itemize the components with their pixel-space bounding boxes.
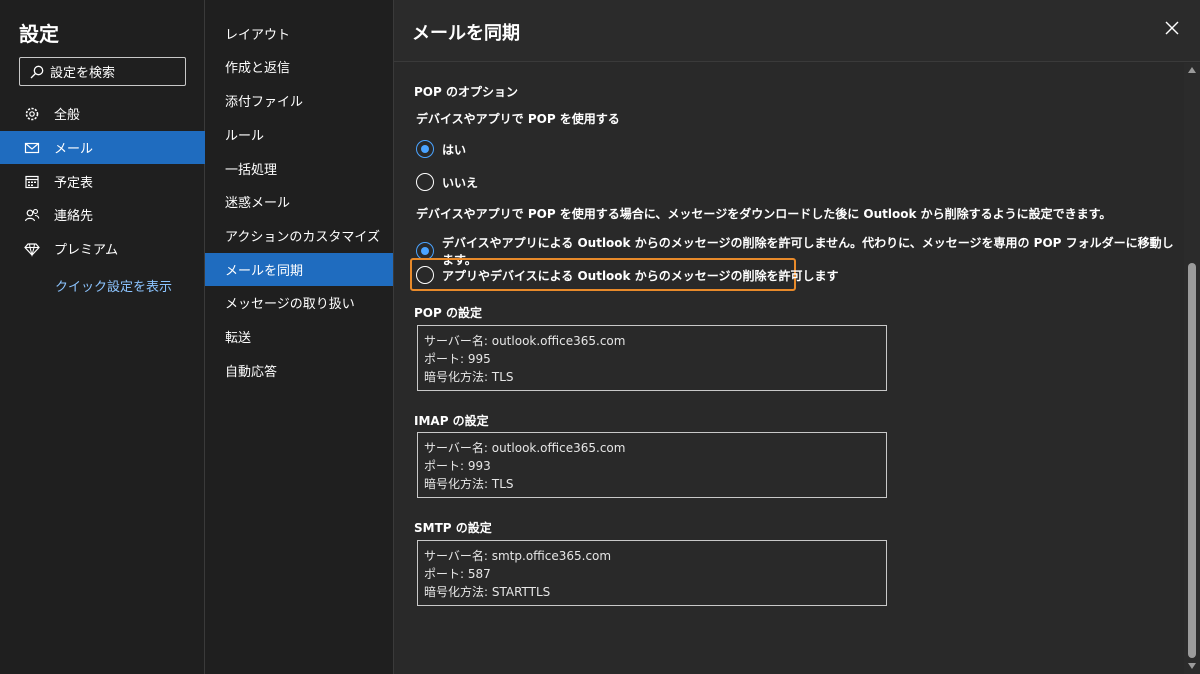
subnav-item-handling[interactable]: メッセージの取り扱い (205, 286, 393, 319)
pop-no-radio[interactable]: いいえ (416, 173, 478, 191)
search-label: 設定を検索 (50, 66, 116, 81)
subnav-item-actions[interactable]: アクションのカスタマイズ (205, 219, 393, 252)
imap-settings-box[interactable]: サーバー名: outlook.office365.com ポート: 993 暗号… (417, 432, 887, 498)
pop-options-heading: POP のオプション (414, 85, 518, 99)
pop-yes-radio[interactable]: はい (416, 140, 466, 158)
pop-server: サーバー名: outlook.office365.com (424, 334, 626, 348)
scroll-thumb[interactable] (1188, 263, 1196, 658)
nav-item-label: メール (54, 142, 94, 157)
imap-port: ポート: 993 (424, 459, 491, 473)
nav-item-label: プレミアム (54, 243, 119, 258)
subnav-item-rules[interactable]: ルール (205, 118, 393, 151)
nav-item-contacts[interactable]: 連絡先 (0, 198, 205, 231)
smtp-port: ポート: 587 (424, 567, 491, 581)
panel-header: メールを同期 (394, 0, 1200, 62)
diamond-icon (24, 241, 40, 257)
nav-item-label: 連絡先 (54, 209, 94, 224)
settings-search-input[interactable]: 設定を検索 (19, 57, 186, 86)
subnav-item-compose[interactable]: 作成と返信 (205, 50, 393, 83)
smtp-server: サーバー名: smtp.office365.com (424, 549, 612, 563)
nav-item-label: 予定表 (54, 176, 94, 191)
smtp-settings-heading: SMTP の設定 (414, 521, 492, 535)
radio-unchecked-icon (416, 266, 434, 284)
subnav-item-forwarding[interactable]: 転送 (205, 320, 393, 353)
imap-server: サーバー名: outlook.office365.com (424, 441, 626, 455)
settings-title: 設定 (19, 22, 59, 46)
smtp-encryption: 暗号化方法: STARTTLS (424, 585, 551, 599)
radio-label: いいえ (442, 175, 479, 190)
subnav-item-sync[interactable]: メールを同期 (205, 253, 393, 286)
pop-question: デバイスやアプリで POP を使用する (416, 112, 620, 126)
close-button[interactable] (1162, 18, 1182, 38)
calendar-icon (24, 174, 40, 190)
imap-encryption: 暗号化方法: TLS (424, 477, 514, 491)
nav-item-label: 全般 (54, 108, 81, 123)
scroll-up-icon[interactable] (1188, 67, 1196, 73)
subnav-item-auto-reply[interactable]: 自動応答 (205, 354, 393, 387)
page-title: メールを同期 (412, 23, 520, 44)
settings-nav: 設定 設定を検索 全般 メール 予定表 連絡先 プレミアム クイック設定を表示 (0, 0, 205, 674)
people-icon (24, 207, 40, 223)
nav-item-calendar[interactable]: 予定表 (0, 165, 205, 198)
pop-port: ポート: 995 (424, 352, 491, 366)
mail-icon (24, 140, 40, 156)
smtp-settings-box[interactable]: サーバー名: smtp.office365.com ポート: 587 暗号化方法… (417, 540, 887, 606)
nav-item-mail[interactable]: メール (0, 131, 205, 164)
subnav-item-sweep[interactable]: 一括処理 (205, 152, 393, 185)
nav-item-premium[interactable]: プレミアム (0, 232, 205, 265)
subnav-item-junk[interactable]: 迷惑メール (205, 185, 393, 218)
radio-label: はい (442, 142, 467, 157)
close-icon (1165, 21, 1179, 35)
delete-question: デバイスやアプリで POP を使用する場合に、メッセージをダウンロードした後に … (416, 207, 1112, 221)
gear-icon (24, 106, 40, 122)
quick-settings-link[interactable]: クイック設定を表示 (55, 276, 172, 295)
settings-content: POP のオプション デバイスやアプリで POP を使用する はい いいえ デバ… (394, 63, 1184, 674)
delete-option-allow-radio[interactable]: アプリやデバイスによる Outlook からのメッセージの削除を許可します (416, 266, 838, 284)
pop-settings-box[interactable]: サーバー名: outlook.office365.com ポート: 995 暗号… (417, 325, 887, 391)
sync-email-panel: メールを同期 POP のオプション デバイスやアプリで POP を使用する はい… (394, 0, 1200, 674)
radio-label: アプリやデバイスによる Outlook からのメッセージの削除を許可します (442, 268, 839, 283)
radio-checked-icon (416, 140, 434, 158)
search-icon (30, 65, 44, 78)
scroll-down-icon[interactable] (1188, 663, 1196, 669)
pop-settings-heading: POP の設定 (414, 306, 482, 320)
imap-settings-heading: IMAP の設定 (414, 414, 489, 428)
radio-unchecked-icon (416, 173, 434, 191)
mail-subnav: レイアウト 作成と返信 添付ファイル ルール 一括処理 迷惑メール アクションの… (205, 0, 394, 674)
subnav-item-layout[interactable]: レイアウト (205, 17, 393, 50)
pop-encryption: 暗号化方法: TLS (424, 370, 514, 384)
nav-item-general[interactable]: 全般 (0, 97, 205, 130)
content-scrollbar[interactable] (1184, 63, 1200, 674)
subnav-item-attachments[interactable]: 添付ファイル (205, 84, 393, 117)
